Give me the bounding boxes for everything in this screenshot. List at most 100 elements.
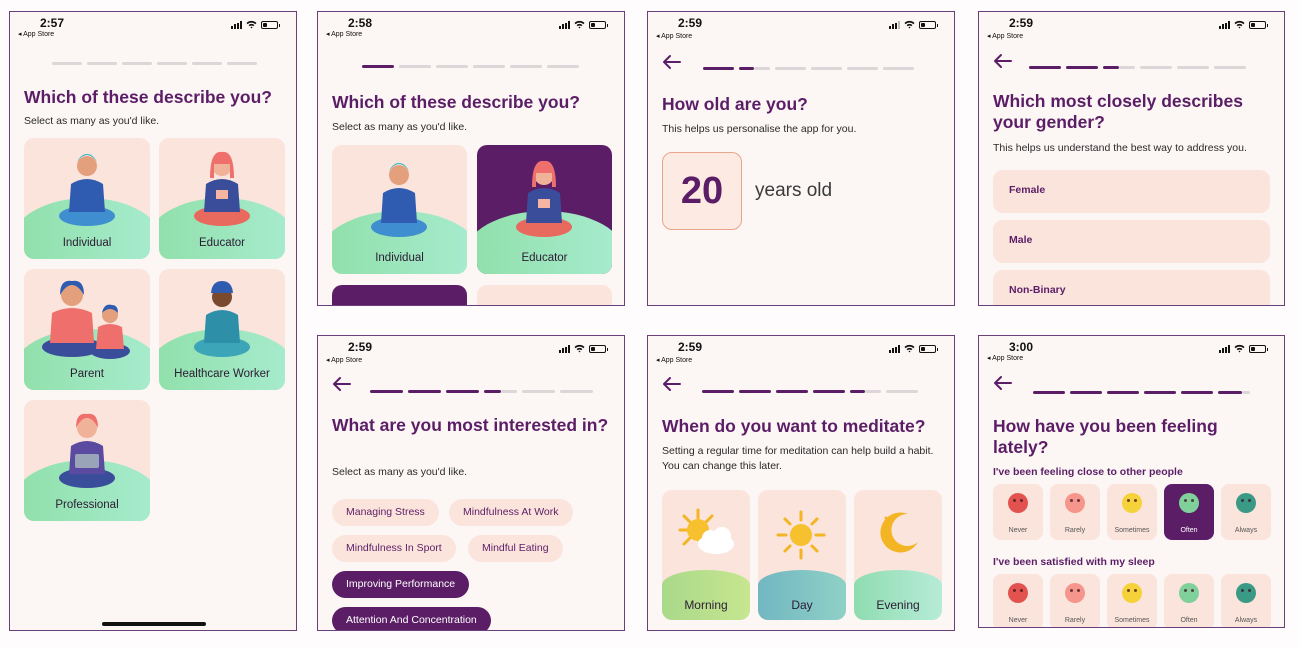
status-bar: 2:59 ◂ App Store	[318, 336, 624, 366]
q1-often-selected[interactable]: Often	[1164, 484, 1214, 540]
page-title: Which of these describe you?	[332, 92, 580, 112]
option-healthcare-worker[interactable]: Healthcare Worker	[159, 269, 285, 390]
educator-illustration	[194, 151, 250, 226]
status-time: 2:59	[1009, 16, 1034, 30]
chip-mindfulness-at-work[interactable]: Mindfulness At Work	[449, 499, 573, 526]
option-parent-selected[interactable]	[332, 285, 467, 305]
app-store-back-link[interactable]: ◂ App Store	[326, 356, 362, 364]
signal-icon	[889, 344, 900, 353]
question-satisfied-sleep: I've been satisfied with my sleep	[993, 556, 1155, 568]
wifi-icon	[1234, 344, 1245, 353]
wifi-icon	[574, 344, 585, 353]
chip-attention-and-concentration[interactable]: Attention And Concentration	[332, 607, 491, 630]
wifi-icon	[1234, 20, 1245, 29]
option-label: Parent	[70, 368, 104, 380]
age-input[interactable]: 20	[662, 152, 742, 230]
q2-always[interactable]: Always	[1221, 574, 1271, 627]
progress-bar	[703, 67, 914, 70]
status-bar: 2:59 ◂ App Store	[648, 12, 954, 42]
back-arrow-icon[interactable]	[332, 376, 352, 392]
option-label: Educator	[198, 237, 246, 249]
time-label: Morning	[684, 598, 728, 612]
wifi-icon	[574, 20, 585, 29]
hill-illustration	[758, 570, 846, 620]
option-individual[interactable]: Individual	[24, 138, 150, 259]
time-option-day[interactable]: Day	[758, 490, 846, 620]
option-professional[interactable]: Professional	[24, 400, 150, 521]
signal-icon	[231, 20, 242, 29]
option-educator-selected[interactable]: Educator	[477, 145, 612, 274]
page-subtitle: Setting a regular time for meditation ca…	[662, 445, 934, 472]
mood-label: Rarely	[1064, 617, 1086, 624]
chip-managing-stress[interactable]: Managing Stress	[332, 499, 439, 526]
page-subtitle: This helps us personalise the app for yo…	[662, 123, 857, 135]
chip-mindfulness-in-sport[interactable]: Mindfulness In Sport	[332, 535, 456, 562]
q1-always[interactable]: Always	[1221, 484, 1271, 540]
q1-never[interactable]: Never	[993, 484, 1043, 540]
hill-illustration	[854, 570, 942, 620]
status-time: 2:57	[40, 16, 65, 30]
status-icons	[1219, 20, 1268, 29]
app-store-back-link[interactable]: ◂ App Store	[656, 32, 692, 40]
battery-icon	[919, 20, 938, 29]
time-label: Day	[791, 598, 813, 612]
progress-bar	[370, 390, 593, 393]
q2-rarely[interactable]: Rarely	[1050, 574, 1100, 627]
gender-option-female[interactable]: Female	[993, 170, 1270, 213]
battery-icon	[589, 20, 608, 29]
sad-face-icon	[1065, 583, 1085, 603]
chip-mindful-eating[interactable]: Mindful Eating	[468, 535, 563, 562]
option-label: Individual	[62, 237, 112, 249]
option-healthcare-worker[interactable]	[477, 285, 612, 305]
onboarding-collage: 2:57 ◂ App Store Which of these describe…	[0, 0, 1300, 648]
happy-face-icon	[1179, 583, 1199, 603]
back-arrow-icon[interactable]	[993, 53, 1013, 69]
individual-illustration	[371, 163, 427, 237]
q2-sometimes[interactable]: Sometimes	[1107, 574, 1157, 627]
option-parent[interactable]: Parent	[24, 269, 150, 390]
mood-label: Sometimes	[1114, 527, 1150, 534]
status-icons	[1219, 344, 1268, 353]
time-option-evening[interactable]: Evening	[854, 490, 942, 620]
signal-icon	[559, 20, 570, 29]
back-arrow-icon[interactable]	[662, 376, 682, 392]
status-bar: 2:59 ◂ App Store	[648, 336, 954, 366]
app-store-back-link[interactable]: ◂ App Store	[18, 30, 54, 38]
q1-rarely[interactable]: Rarely	[1050, 484, 1100, 540]
option-label: Healthcare Worker	[174, 368, 270, 380]
progress-bar	[1029, 66, 1246, 69]
option-educator[interactable]: Educator	[159, 138, 285, 259]
option-label: Individual	[375, 252, 424, 264]
q2-often[interactable]: Often	[1164, 574, 1214, 627]
signal-icon	[889, 20, 900, 29]
screen-feeling: 3:00 ◂ App Store How have you been feeli…	[978, 335, 1285, 628]
status-icons	[559, 20, 608, 29]
time-option-morning[interactable]: Morning	[662, 490, 750, 620]
back-arrow-icon[interactable]	[993, 375, 1013, 391]
q2-never[interactable]: Never	[993, 574, 1043, 627]
parent-illustration	[42, 280, 130, 359]
mood-label: Often	[1180, 617, 1198, 624]
chip-improving-performance[interactable]: Improving Performance	[332, 571, 470, 598]
screen-meditate-time: 2:59 ◂ App Store When do you want to med…	[647, 335, 955, 631]
status-time: 2:58	[348, 16, 373, 30]
status-time: 2:59	[348, 340, 373, 354]
sun-icon	[776, 510, 826, 560]
page-subtitle: Select as many as you'd like.	[24, 115, 160, 127]
back-arrow-icon[interactable]	[662, 54, 682, 70]
app-store-back-link[interactable]: ◂ App Store	[656, 356, 692, 364]
q1-sometimes[interactable]: Sometimes	[1107, 484, 1157, 540]
app-store-back-link[interactable]: ◂ App Store	[987, 32, 1023, 40]
status-icons	[231, 20, 280, 29]
very-happy-face-icon	[1236, 493, 1256, 513]
gender-option-non-binary[interactable]: Non-Binary	[993, 270, 1270, 305]
app-store-back-link[interactable]: ◂ App Store	[987, 354, 1023, 362]
option-individual[interactable]: Individual	[332, 145, 467, 274]
app-store-back-link[interactable]: ◂ App Store	[326, 30, 362, 38]
page-title: How old are you?	[662, 94, 808, 114]
page-title: How have you been feeling lately?	[993, 416, 1218, 457]
moon-icon	[880, 512, 918, 553]
page-subtitle: Select as many as you'd like.	[332, 466, 468, 478]
gender-option-male[interactable]: Male	[993, 220, 1270, 263]
screen-age: 2:59 ◂ App Store How old are you? This h…	[647, 11, 955, 306]
